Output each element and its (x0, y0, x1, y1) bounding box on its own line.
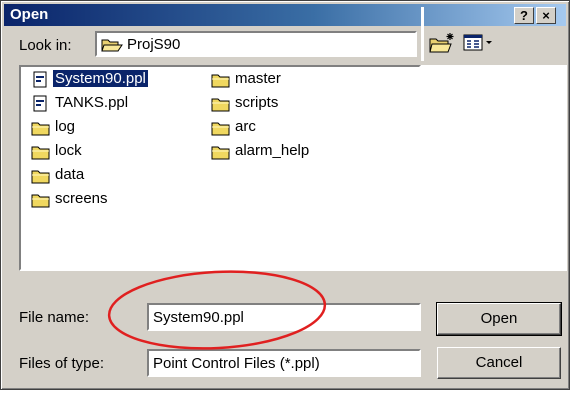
highlight-ellipse (107, 270, 327, 350)
item-label: scripts (235, 94, 279, 111)
folder-icon (211, 98, 230, 112)
folder-icon (211, 122, 230, 136)
folder-icon (31, 194, 50, 208)
folder-icon (31, 146, 50, 160)
open-folder-icon (101, 39, 123, 52)
close-button[interactable]: × (536, 7, 556, 24)
folder-icon (31, 122, 50, 136)
item-label: data (55, 166, 85, 183)
white-divider (421, 7, 424, 61)
document-icon (33, 95, 47, 112)
file-name-label: File name: (19, 309, 90, 326)
new-folder-icon[interactable] (428, 31, 458, 55)
item-label: alarm_help (235, 142, 310, 159)
look-in-label: Look in: (19, 37, 72, 54)
document-icon (33, 71, 47, 88)
help-button[interactable]: ? (514, 7, 534, 24)
view-menu-icon[interactable] (463, 34, 497, 52)
item-label: System90.ppl (52, 69, 149, 88)
item-label: TANKS.ppl (55, 94, 129, 111)
white-overlay (421, 65, 567, 271)
folder-icon (31, 170, 50, 184)
item-label: screens (55, 190, 108, 207)
open-button[interactable]: Open (436, 302, 562, 336)
file-type-label: Files of type: (19, 355, 105, 372)
item-label: log (55, 118, 76, 135)
folder-icon (211, 146, 230, 160)
file-type-value: Point Control Files (*.ppl) (153, 355, 320, 372)
title-bar[interactable]: Open ? × (4, 4, 566, 26)
item-label: arc (235, 118, 256, 135)
folder-icon (211, 74, 230, 88)
cancel-button[interactable]: Cancel (437, 347, 561, 379)
look-in-combo[interactable]: ProjS90 (95, 31, 417, 57)
item-label: master (235, 70, 281, 87)
window-title: Open (10, 6, 49, 23)
item-label: lock (55, 142, 82, 159)
look-in-value: ProjS90 (127, 36, 181, 53)
file-list[interactable]: System90.ppl TANKS.ppl log lock data scr… (19, 65, 421, 271)
